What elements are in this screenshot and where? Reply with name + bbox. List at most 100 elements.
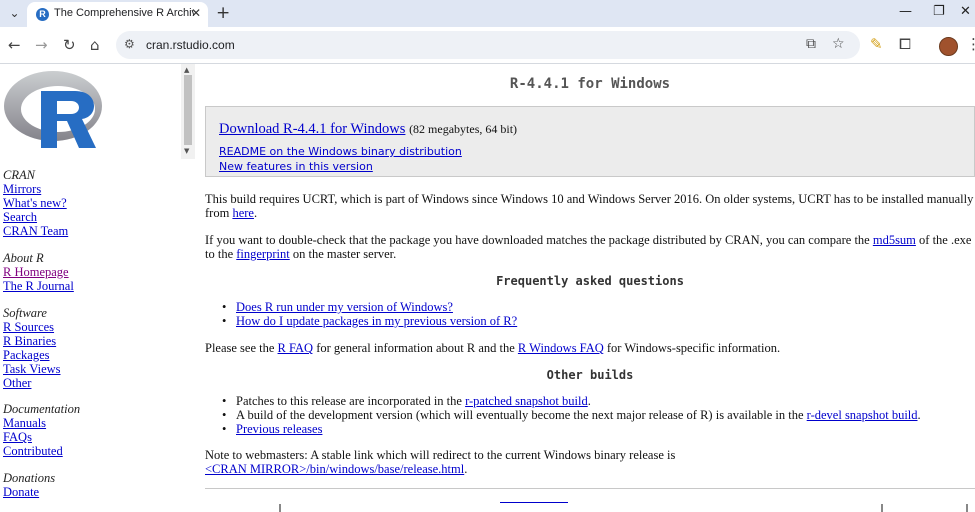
- page-viewport: ▲ ▼ CRAN Mirrors What's new? Search CRAN…: [0, 64, 975, 512]
- home-icon[interactable]: ⌂: [90, 36, 100, 54]
- bookmark-star-icon[interactable]: ☆: [832, 36, 845, 52]
- nav-link-faqs[interactable]: FAQs: [3, 430, 80, 444]
- previous-releases-link[interactable]: Previous releases: [236, 422, 322, 436]
- nav-group-documentation: Documentation Manuals FAQs Contributed: [3, 402, 80, 458]
- ucrt-here-link[interactable]: here: [232, 206, 254, 220]
- md5sum-link[interactable]: md5sum: [873, 233, 916, 247]
- profile-avatar[interactable]: [939, 37, 958, 56]
- faq-paragraph: Please see the R FAQ for general informa…: [205, 341, 975, 355]
- nav-link-manuals[interactable]: Manuals: [3, 416, 80, 430]
- site-info-icon[interactable]: ⚙: [124, 37, 135, 51]
- nav-link-r-sources[interactable]: R Sources: [3, 320, 61, 334]
- faq-windows-version-link[interactable]: Does R run under my version of Windows?: [236, 300, 453, 314]
- nav-link-r-homepage[interactable]: R Homepage: [3, 265, 74, 279]
- check-text-4: on the master server.: [292, 247, 397, 261]
- nav-frame: ▲ ▼ CRAN Mirrors What's new? Search CRAN…: [0, 64, 195, 512]
- r-logo: [4, 71, 102, 148]
- back-icon[interactable]: ←: [8, 36, 21, 54]
- forward-icon[interactable]: →: [35, 36, 48, 54]
- list-item: A build of the development version (whic…: [219, 408, 969, 422]
- nav-scrollbar[interactable]: ▲ ▼: [181, 64, 195, 159]
- nav-heading-about: About R: [3, 251, 44, 265]
- nav-group-donations: Donations Donate: [3, 471, 55, 499]
- faq-update-packages-link[interactable]: How do I update packages in my previous …: [236, 314, 517, 328]
- nav-heading-cran: CRAN: [3, 168, 35, 182]
- nav-heading-documentation: Documentation: [3, 402, 81, 416]
- see-text-2: for general information about R and the: [316, 341, 515, 355]
- reload-icon[interactable]: ↻: [63, 36, 76, 54]
- new-tab-button[interactable]: +: [216, 3, 230, 23]
- nav-link-packages[interactable]: Packages: [3, 348, 61, 362]
- nav-link-other[interactable]: Other: [3, 376, 61, 390]
- r-patched-link[interactable]: r-patched snapshot build: [465, 394, 588, 408]
- nav-link-donate[interactable]: Donate: [3, 485, 55, 499]
- list-item: Patches to this release are incorporated…: [219, 394, 969, 408]
- partially-visible-link[interactable]: [500, 502, 568, 503]
- release-link[interactable]: <CRAN MIRROR>/bin/windows/base/release.h…: [205, 462, 464, 476]
- r-faq-link[interactable]: R FAQ: [278, 341, 314, 355]
- nav-link-mirrors[interactable]: Mirrors: [3, 182, 68, 196]
- r-windows-faq-link[interactable]: R Windows FAQ: [518, 341, 604, 355]
- address-bar[interactable]: ⚙ cran.rstudio.com ⧉ ☆: [116, 31, 860, 59]
- nav-link-contributed[interactable]: Contributed: [3, 444, 80, 458]
- nav-link-task-views[interactable]: Task Views: [3, 362, 61, 376]
- nav-link-r-journal[interactable]: The R Journal: [3, 279, 74, 293]
- scroll-up-icon[interactable]: ▲: [184, 66, 189, 74]
- frame-resize-handle[interactable]: [881, 504, 883, 512]
- extension-icon[interactable]: ✎: [870, 35, 883, 53]
- extensions-puzzle-icon[interactable]: ⧠: [899, 35, 911, 53]
- check-text-1: If you want to double-check that the pac…: [205, 233, 870, 247]
- other-2-end: .: [917, 408, 921, 422]
- url-text[interactable]: cran.rstudio.com: [146, 38, 235, 52]
- scroll-down-icon[interactable]: ▼: [184, 147, 189, 155]
- nav-group-cran: CRAN Mirrors What's new? Search CRAN Tea…: [3, 168, 68, 238]
- download-line: Download R-4.4.1 for Windows (82 megabyt…: [219, 121, 517, 138]
- r-devel-link[interactable]: r-devel snapshot build: [807, 408, 918, 422]
- scrollbar-thumb[interactable]: [184, 75, 192, 145]
- frame-resize-handle[interactable]: [279, 504, 281, 512]
- other-1-text: Patches to this release are incorporated…: [236, 394, 462, 408]
- r-favicon-icon: R: [36, 8, 49, 21]
- see-text-1: Please see the: [205, 341, 275, 355]
- see-text-3: for Windows-specific information.: [606, 341, 781, 355]
- ucrt-text-2: from: [205, 206, 230, 220]
- nav-link-whats-new[interactable]: What's new?: [3, 196, 68, 210]
- ucrt-text-1: This build requires UCRT, which is part …: [205, 192, 974, 206]
- list-item: How do I update packages in my previous …: [219, 314, 969, 328]
- checksum-paragraph: If you want to double-check that the pac…: [205, 233, 975, 261]
- webmaster-note: Note to webmasters: A stable link which …: [205, 448, 975, 476]
- tab-title: The Comprehensive R Archive Network: [54, 7, 194, 19]
- download-box: Download R-4.4.1 for Windows (82 megabyt…: [205, 106, 975, 177]
- active-tab[interactable]: R The Comprehensive R Archive Network ✕: [27, 2, 208, 27]
- tab-strip: ⌄ R The Comprehensive R Archive Network …: [0, 0, 975, 27]
- nav-group-software: Software R Sources R Binaries Packages T…: [3, 306, 61, 390]
- divider: [205, 488, 975, 489]
- menu-dots-icon[interactable]: ⋮: [966, 35, 975, 53]
- nav-heading-software: Software: [3, 306, 47, 320]
- nav-link-search[interactable]: Search: [3, 210, 68, 224]
- nav-group-about: About R R Homepage The R Journal: [3, 251, 74, 293]
- frame-resize-handle[interactable]: [966, 504, 968, 512]
- faq-list: Does R run under my version of Windows? …: [219, 300, 969, 328]
- list-item: Previous releases: [219, 422, 969, 436]
- translate-icon[interactable]: ⧉: [806, 36, 816, 52]
- readme-link[interactable]: README on the Windows binary distributio…: [219, 145, 462, 158]
- restore-icon[interactable]: ❐: [933, 4, 945, 19]
- ucrt-paragraph: This build requires UCRT, which is part …: [205, 192, 975, 220]
- close-tab-icon[interactable]: ✕: [191, 6, 201, 20]
- minimize-icon[interactable]: —: [899, 4, 912, 19]
- fingerprint-link[interactable]: fingerprint: [236, 247, 289, 261]
- other-builds-heading: Other builds: [546, 368, 634, 382]
- note-text: Note to webmasters: A stable link which …: [205, 448, 676, 462]
- check-text-2: of the .exe: [919, 233, 972, 247]
- page-title: R-4.4.1 for Windows: [509, 76, 671, 92]
- nav-link-r-binaries[interactable]: R Binaries: [3, 334, 61, 348]
- tab-search-icon[interactable]: ⌄: [6, 5, 23, 22]
- download-size: (82 megabytes, 64 bit): [409, 122, 518, 136]
- download-link[interactable]: Download R-4.4.1 for Windows: [219, 121, 405, 137]
- ucrt-text-3: .: [253, 206, 258, 220]
- close-window-icon[interactable]: ✕: [960, 4, 971, 19]
- nav-link-cran-team[interactable]: CRAN Team: [3, 224, 68, 238]
- new-features-link[interactable]: New features in this version: [219, 160, 373, 173]
- other-builds-list: Patches to this release are incorporated…: [219, 394, 969, 436]
